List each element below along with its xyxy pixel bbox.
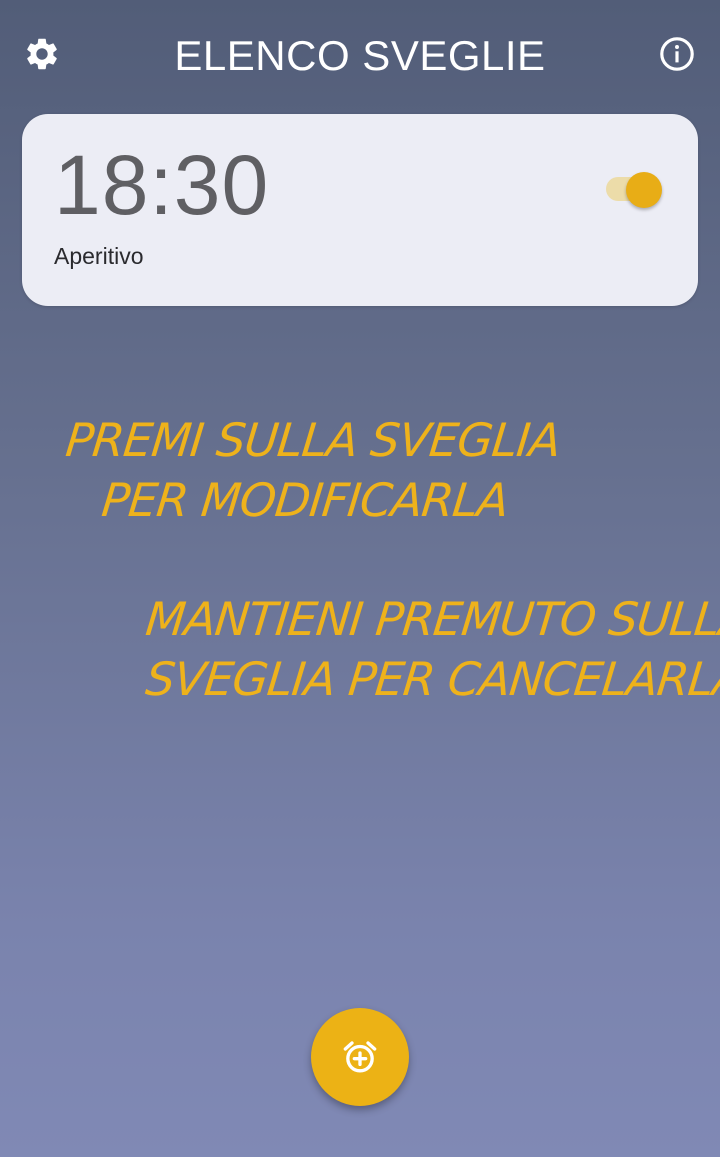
alarm-card[interactable]: 18:30 Aperitivo (22, 114, 698, 306)
info-circle-icon (660, 37, 694, 71)
hint-edit-line1: PREMI SULLA SVEGLIA (63, 413, 563, 467)
toggle-thumb (626, 172, 662, 208)
alarm-add-icon (343, 1041, 377, 1073)
hint-edit-line2: PER MODIFICARLA (99, 473, 511, 527)
alarm-enabled-toggle[interactable] (606, 172, 664, 208)
app-bar: ELENCO SVEGLIE (0, 0, 720, 112)
hint-delete-line2: SVEGLIA PER CANCELARLA (143, 652, 720, 706)
hint-delete-line1: MANTIENI PREMUTO SULLA (143, 592, 720, 646)
alarm-label: Aperitivo (54, 243, 144, 269)
alarm-time: 18:30 (54, 138, 270, 232)
page-title: ELENCO SVEGLIE (174, 32, 546, 79)
info-button[interactable] (653, 30, 701, 78)
add-alarm-button[interactable] (311, 1008, 409, 1106)
